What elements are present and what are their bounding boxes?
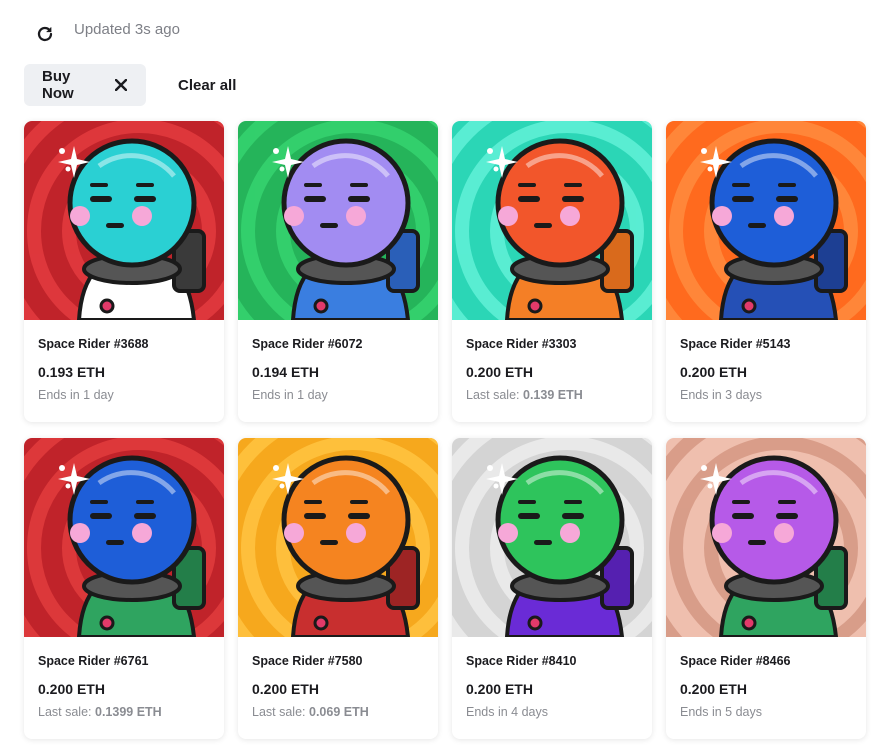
card-meta: Space Rider #7580 0.200 ETH Last sale: 0… — [238, 654, 438, 719]
nft-card[interactable]: Space Rider #3688 0.193 ETH Ends in 1 da… — [24, 121, 224, 422]
nft-price: 0.200 ETH — [680, 681, 852, 697]
clear-all-button[interactable]: Clear all — [178, 77, 236, 94]
nft-artwork — [452, 121, 652, 320]
nft-image[interactable] — [238, 438, 438, 637]
price-unit: ETH — [290, 681, 319, 697]
sale-status: Last sale: 0.139 ETH — [466, 388, 638, 402]
nft-image[interactable] — [24, 438, 224, 637]
nft-artwork — [666, 121, 866, 320]
price-value: 0.200 — [680, 681, 716, 697]
sale-status-label: Ends in 5 days — [680, 705, 762, 719]
sale-status: Ends in 5 days — [680, 705, 852, 719]
card-meta: Space Rider #3303 0.200 ETH Last sale: 0… — [452, 337, 652, 402]
nft-name[interactable]: Space Rider #8466 — [680, 654, 852, 668]
sale-status-label: Ends in 1 day — [38, 388, 114, 402]
card-meta: Space Rider #3688 0.193 ETH Ends in 1 da… — [24, 337, 224, 402]
nft-name[interactable]: Space Rider #8410 — [466, 654, 638, 668]
price-value: 0.200 — [466, 681, 502, 697]
price-value: 0.194 — [252, 364, 288, 380]
nft-name[interactable]: Space Rider #5143 — [680, 337, 852, 351]
nft-image[interactable] — [238, 121, 438, 320]
nft-name[interactable]: Space Rider #6072 — [252, 337, 424, 351]
nft-price: 0.200 ETH — [466, 364, 638, 380]
nft-card[interactable]: Space Rider #6072 0.194 ETH Ends in 1 da… — [238, 121, 438, 422]
card-meta: Space Rider #6072 0.194 ETH Ends in 1 da… — [238, 337, 438, 402]
price-unit: ETH — [76, 681, 105, 697]
card-meta: Space Rider #6761 0.200 ETH Last sale: 0… — [24, 654, 224, 719]
nft-name[interactable]: Space Rider #3688 — [38, 337, 210, 351]
nft-name[interactable]: Space Rider #7580 — [252, 654, 424, 668]
nft-card[interactable]: Space Rider #7580 0.200 ETH Last sale: 0… — [238, 438, 438, 739]
nft-card[interactable]: Space Rider #8410 0.200 ETH Ends in 4 da… — [452, 438, 652, 739]
sale-status: Last sale: 0.069 ETH — [252, 705, 424, 719]
sale-status-value: 0.139 ETH — [523, 388, 583, 402]
sale-status: Ends in 4 days — [466, 705, 638, 719]
sale-status-label: Ends in 1 day — [252, 388, 328, 402]
nft-image[interactable] — [666, 438, 866, 637]
nft-artwork — [666, 438, 866, 637]
nft-name[interactable]: Space Rider #3303 — [466, 337, 638, 351]
nft-artwork — [238, 438, 438, 637]
updated-status: Updated 3s ago — [74, 21, 180, 38]
sale-status-label: Last sale: — [252, 705, 306, 719]
price-value: 0.200 — [38, 681, 74, 697]
top-bar: Updated 3s ago — [0, 0, 877, 60]
price-unit: ETH — [290, 364, 319, 380]
price-value: 0.200 — [252, 681, 288, 697]
card-meta: Space Rider #8466 0.200 ETH Ends in 5 da… — [666, 654, 866, 719]
nft-card[interactable]: Space Rider #8466 0.200 ETH Ends in 5 da… — [666, 438, 866, 739]
filter-chip-label: Buy Now — [42, 68, 74, 102]
nft-card[interactable]: Space Rider #3303 0.200 ETH Last sale: 0… — [452, 121, 652, 422]
sale-status-label: Last sale: — [466, 388, 520, 402]
price-value: 0.193 — [38, 364, 74, 380]
price-unit: ETH — [504, 681, 533, 697]
nft-name[interactable]: Space Rider #6761 — [38, 654, 210, 668]
sale-status-value: 0.069 ETH — [309, 705, 369, 719]
nft-image[interactable] — [452, 438, 652, 637]
close-icon[interactable] — [115, 78, 128, 92]
nft-card[interactable]: Space Rider #6761 0.200 ETH Last sale: 0… — [24, 438, 224, 739]
sale-status: Last sale: 0.1399 ETH — [38, 705, 210, 719]
filter-chip-buy-now[interactable]: Buy Now — [24, 64, 146, 106]
nft-price: 0.200 ETH — [680, 364, 852, 380]
nft-price: 0.194 ETH — [252, 364, 424, 380]
nft-artwork — [24, 121, 224, 320]
nft-image[interactable] — [24, 121, 224, 320]
nft-price: 0.200 ETH — [38, 681, 210, 697]
price-value: 0.200 — [680, 364, 716, 380]
price-unit: ETH — [718, 364, 747, 380]
price-unit: ETH — [718, 681, 747, 697]
refresh-icon[interactable] — [34, 23, 56, 45]
nft-artwork — [238, 121, 438, 320]
price-unit: ETH — [76, 364, 105, 380]
nft-artwork — [452, 438, 652, 637]
card-meta: Space Rider #5143 0.200 ETH Ends in 3 da… — [666, 337, 866, 402]
nft-price: 0.200 ETH — [252, 681, 424, 697]
nft-price: 0.193 ETH — [38, 364, 210, 380]
sale-status-label: Ends in 4 days — [466, 705, 548, 719]
sale-status-label: Ends in 3 days — [680, 388, 762, 402]
sale-status-label: Last sale: — [38, 705, 92, 719]
active-filters: Buy Now Clear all — [24, 64, 236, 106]
sale-status: Ends in 1 day — [252, 388, 424, 402]
price-unit: ETH — [504, 364, 533, 380]
nft-image[interactable] — [666, 121, 866, 320]
nft-price: 0.200 ETH — [466, 681, 638, 697]
sale-status: Ends in 3 days — [680, 388, 852, 402]
price-value: 0.200 — [466, 364, 502, 380]
nft-card[interactable]: Space Rider #5143 0.200 ETH Ends in 3 da… — [666, 121, 866, 422]
card-meta: Space Rider #8410 0.200 ETH Ends in 4 da… — [452, 654, 652, 719]
nft-artwork — [24, 438, 224, 637]
sale-status: Ends in 1 day — [38, 388, 210, 402]
sale-status-value: 0.1399 ETH — [95, 705, 162, 719]
nft-image[interactable] — [452, 121, 652, 320]
